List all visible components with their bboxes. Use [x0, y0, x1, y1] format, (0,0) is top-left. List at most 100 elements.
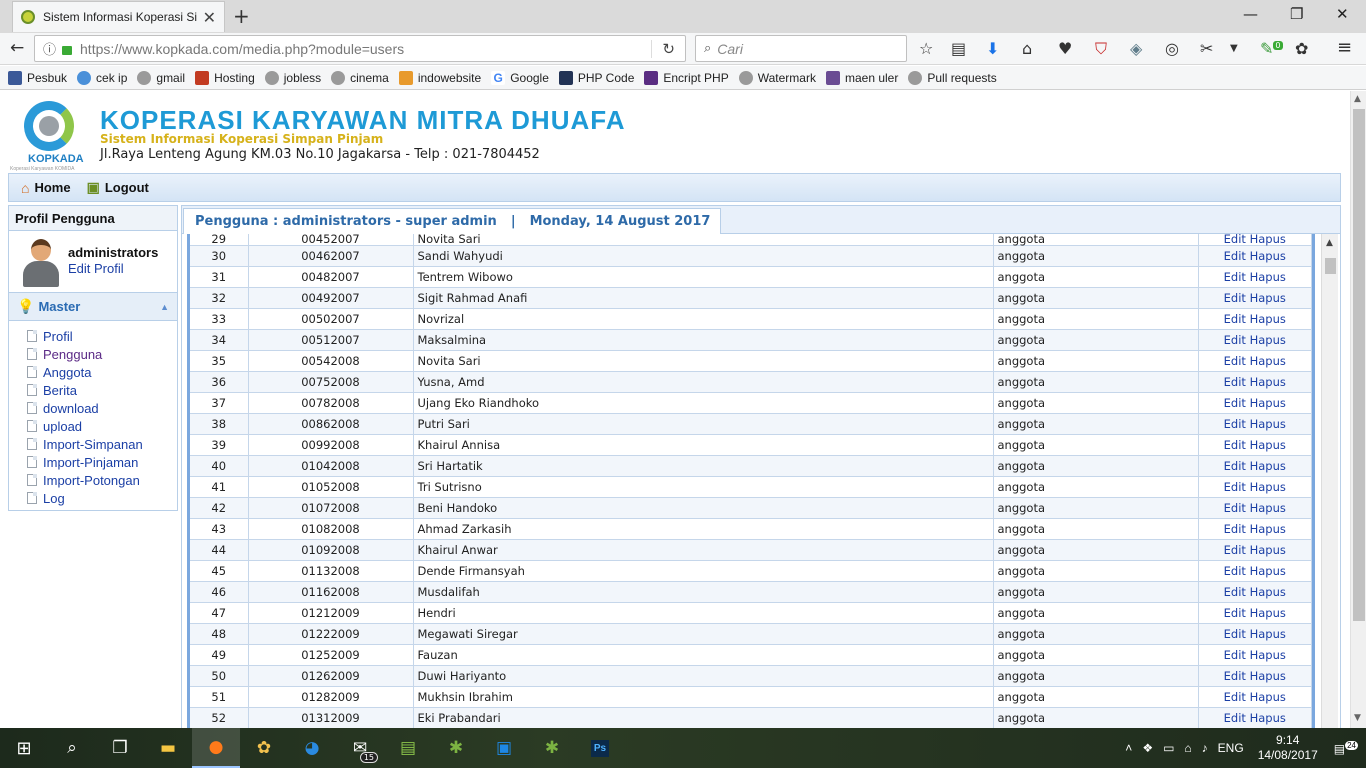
- sidebar-item-berita[interactable]: Berita: [27, 381, 177, 399]
- delete-link[interactable]: Hapus: [1250, 501, 1286, 515]
- browser-tab[interactable]: Sistem Informasi Koperasi Si ✕: [12, 1, 225, 32]
- notifications-icon[interactable]: ▤ 24: [1334, 740, 1358, 756]
- hamburger-menu-icon[interactable]: ≡: [1337, 37, 1352, 58]
- network-icon[interactable]: ⌂: [1184, 741, 1191, 755]
- home-menu-item[interactable]: ⌂ Home: [21, 180, 71, 196]
- edit-link[interactable]: Edit: [1224, 270, 1246, 284]
- edit-link[interactable]: Edit: [1224, 669, 1246, 683]
- sidebar-item-import-potongan[interactable]: Import-Potongan: [27, 471, 177, 489]
- sidebar-item-profil[interactable]: Profil: [27, 327, 177, 345]
- firefox-button[interactable]: ●: [192, 728, 240, 768]
- delete-link[interactable]: Hapus: [1250, 234, 1286, 246]
- sidebar-item-import-simpanan[interactable]: Import-Simpanan: [27, 435, 177, 453]
- sidebar-item-log[interactable]: Log: [27, 489, 177, 507]
- delete-link[interactable]: Hapus: [1250, 564, 1286, 578]
- bookmark-cek-ip[interactable]: cek ip: [77, 70, 127, 85]
- delete-link[interactable]: Hapus: [1250, 291, 1286, 305]
- start-button[interactable]: ⊞: [0, 728, 48, 768]
- logout-menu-item[interactable]: ▣ Logout: [87, 179, 149, 196]
- edit-link[interactable]: Edit: [1224, 627, 1246, 641]
- addon-icon[interactable]: ✎ 0: [1260, 39, 1283, 58]
- bookmark-php-code[interactable]: PHP Code: [558, 70, 634, 85]
- language-indicator[interactable]: ENG: [1218, 741, 1244, 755]
- bookmark-watermark[interactable]: Watermark: [738, 70, 816, 85]
- delete-link[interactable]: Hapus: [1250, 480, 1286, 494]
- edit-link[interactable]: Edit: [1224, 354, 1246, 368]
- delete-link[interactable]: Hapus: [1250, 585, 1286, 599]
- edit-link[interactable]: Edit: [1224, 480, 1246, 494]
- scroll-thumb[interactable]: [1325, 258, 1336, 274]
- page-scroll-up-icon[interactable]: ▲: [1354, 94, 1361, 104]
- android-studio-button-2[interactable]: ✱: [528, 728, 576, 768]
- back-arrow-icon[interactable]: ←: [10, 38, 24, 58]
- edit-link[interactable]: Edit: [1224, 711, 1246, 725]
- delete-link[interactable]: Hapus: [1250, 669, 1286, 683]
- edit-link[interactable]: Edit: [1224, 249, 1246, 263]
- bookmark-hosting[interactable]: Hosting: [195, 70, 255, 85]
- sidebar-item-download[interactable]: download: [27, 399, 177, 417]
- edit-link[interactable]: Edit: [1224, 564, 1246, 578]
- delete-link[interactable]: Hapus: [1250, 270, 1286, 284]
- dropbox-icon[interactable]: ❖: [1142, 741, 1153, 755]
- edit-link[interactable]: Edit: [1224, 690, 1246, 704]
- delete-link[interactable]: Hapus: [1250, 438, 1286, 452]
- minimize-icon[interactable]: —: [1243, 5, 1258, 23]
- delete-link[interactable]: Hapus: [1250, 459, 1286, 473]
- android-studio-button-1[interactable]: ✱: [432, 728, 480, 768]
- bookmark-star-icon[interactable]: ☆: [919, 39, 933, 58]
- reload-icon[interactable]: ↻: [651, 39, 685, 58]
- bookmark-gmail[interactable]: gmail: [137, 70, 185, 85]
- bookmark-pull-requests[interactable]: Pull requests: [908, 70, 997, 85]
- edit-link[interactable]: Edit: [1224, 291, 1246, 305]
- edit-link[interactable]: Edit: [1224, 312, 1246, 326]
- delete-link[interactable]: Hapus: [1250, 543, 1286, 557]
- search-bar[interactable]: ⌕ Cari: [695, 35, 907, 62]
- bookmark-maen-uler[interactable]: maen uler: [825, 70, 898, 85]
- page-scrollbar[interactable]: ▲ ▼: [1350, 91, 1366, 728]
- puzzle-icon[interactable]: ✿: [1295, 39, 1308, 58]
- bookmark-encript-php[interactable]: Encript PHP: [644, 70, 729, 85]
- app-button-2[interactable]: ◕: [288, 728, 336, 768]
- scroll-up-arrow-icon[interactable]: ▲: [1326, 238, 1333, 248]
- sync-icon[interactable]: ◎: [1165, 39, 1179, 58]
- task-view-button[interactable]: ❐: [96, 728, 144, 768]
- file-explorer-button[interactable]: ▬: [144, 728, 192, 768]
- page-scroll-down-icon[interactable]: ▼: [1354, 713, 1361, 723]
- overflow-chevron-icon[interactable]: ▼: [1230, 43, 1238, 54]
- close-window-icon[interactable]: ✕: [1336, 5, 1349, 23]
- edit-link[interactable]: Edit: [1224, 234, 1246, 246]
- delete-link[interactable]: Hapus: [1250, 249, 1286, 263]
- edit-link[interactable]: Edit: [1224, 333, 1246, 347]
- delete-link[interactable]: Hapus: [1250, 375, 1286, 389]
- edit-link[interactable]: Edit: [1224, 417, 1246, 431]
- search-placeholder[interactable]: Cari: [717, 41, 743, 57]
- delete-link[interactable]: Hapus: [1250, 690, 1286, 704]
- delete-link[interactable]: Hapus: [1250, 711, 1286, 725]
- show-hidden-icons-icon[interactable]: ˄: [1125, 741, 1132, 755]
- delete-link[interactable]: Hapus: [1250, 648, 1286, 662]
- battery-icon[interactable]: ▭: [1163, 741, 1174, 755]
- restore-icon[interactable]: ❐: [1290, 5, 1303, 23]
- downloads-icon[interactable]: ⬇: [986, 39, 999, 58]
- edit-link[interactable]: Edit: [1224, 501, 1246, 515]
- close-tab-icon[interactable]: ✕: [203, 8, 216, 27]
- sidebar-item-import-pinjaman[interactable]: Import-Pinjaman: [27, 453, 177, 471]
- url-text[interactable]: https://www.kopkada.com/media.php?module…: [80, 41, 651, 57]
- delete-link[interactable]: Hapus: [1250, 312, 1286, 326]
- delete-link[interactable]: Hapus: [1250, 354, 1286, 368]
- edit-link[interactable]: Edit: [1224, 543, 1246, 557]
- delete-link[interactable]: Hapus: [1250, 333, 1286, 347]
- edit-link[interactable]: Edit: [1224, 585, 1246, 599]
- master-section-header[interactable]: 💡 Master ▲: [9, 293, 177, 321]
- edit-link[interactable]: Edit: [1224, 459, 1246, 473]
- bookmark-jobless[interactable]: jobless: [264, 70, 321, 85]
- edit-profile-link[interactable]: Edit Profil: [68, 261, 124, 276]
- delete-link[interactable]: Hapus: [1250, 396, 1286, 410]
- collapse-arrow-icon[interactable]: ▲: [160, 302, 169, 312]
- bookmark-pesbuk[interactable]: Pesbuk: [8, 70, 67, 85]
- edit-link[interactable]: Edit: [1224, 648, 1246, 662]
- sidebar-item-anggota[interactable]: Anggota: [27, 363, 177, 381]
- edit-link[interactable]: Edit: [1224, 438, 1246, 452]
- page-scroll-thumb[interactable]: [1353, 109, 1365, 621]
- delete-link[interactable]: Hapus: [1250, 417, 1286, 431]
